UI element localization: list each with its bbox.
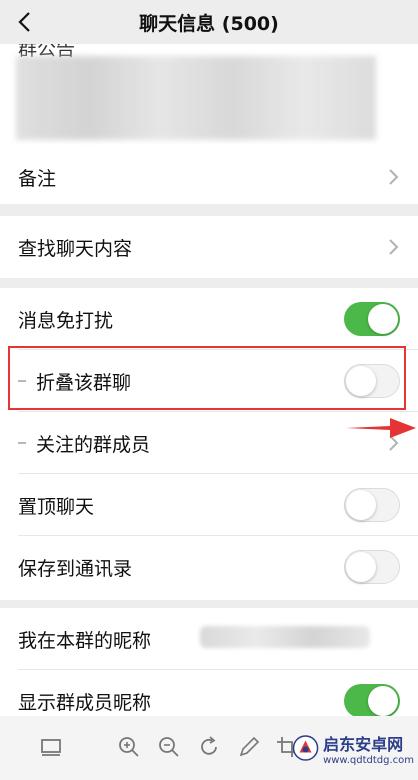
search-chat-label: 查找聊天内容 [18,237,133,260]
pin-row[interactable]: 置顶聊天 [0,474,418,536]
show-nicknames-label: 显示群成员昵称 [18,691,152,714]
toggle-knob [346,490,376,520]
pin-label: 置顶聊天 [18,495,95,518]
remark-label: 备注 [18,167,57,190]
page-title: 聊天信息 (500) [139,12,279,35]
watermark-text: 启东安卓网 www.qdtdtdg.com [323,731,414,766]
nickname-value-blurred [200,626,370,648]
back-arrow-icon[interactable] [14,10,38,34]
chevron-right-icon [389,239,399,255]
pen-icon[interactable] [236,734,262,760]
save-contacts-toggle[interactable] [344,550,400,584]
rotate-icon[interactable] [196,734,222,760]
watermark-name: 启东安卓网 [323,734,404,754]
red-arrow-icon [346,418,416,438]
my-nickname-label: 我在本群的昵称 [18,629,152,652]
toggle-knob [346,552,376,582]
watermark-logo-icon [292,735,319,761]
watermark-url: www.qdtdtdg.com [323,754,414,766]
toggle-knob [368,686,398,716]
dash-icon [18,442,26,444]
followed-members-label: 关注的群成员 [36,433,151,456]
search-chat-row[interactable]: 查找聊天内容 [0,216,418,278]
remark-row[interactable]: 备注 [0,146,418,208]
screen-icon[interactable] [38,734,64,760]
chevron-right-icon [389,169,399,185]
mute-row[interactable]: 消息免打扰 [0,288,418,350]
my-nickname-row[interactable]: 我在本群的昵称 [0,608,418,670]
save-contacts-row[interactable]: 保存到通讯录 [0,536,418,598]
mute-label: 消息免打扰 [18,309,114,332]
save-contacts-label: 保存到通讯录 [18,557,133,580]
nav-bar: 聊天信息 (500) [0,0,418,44]
zoom-in-icon[interactable] [116,734,142,760]
show-nicknames-toggle[interactable] [344,684,400,718]
announcement-card[interactable]: 群公告 [0,44,418,146]
watermark: 启东安卓网 www.qdtdtdg.com [292,720,414,776]
highlight-box [8,346,406,410]
announcement-content-blurred [16,56,376,140]
zoom-out-icon[interactable] [156,734,182,760]
mute-toggle[interactable] [344,302,400,336]
toggle-knob [368,304,398,334]
pin-toggle[interactable] [344,488,400,522]
